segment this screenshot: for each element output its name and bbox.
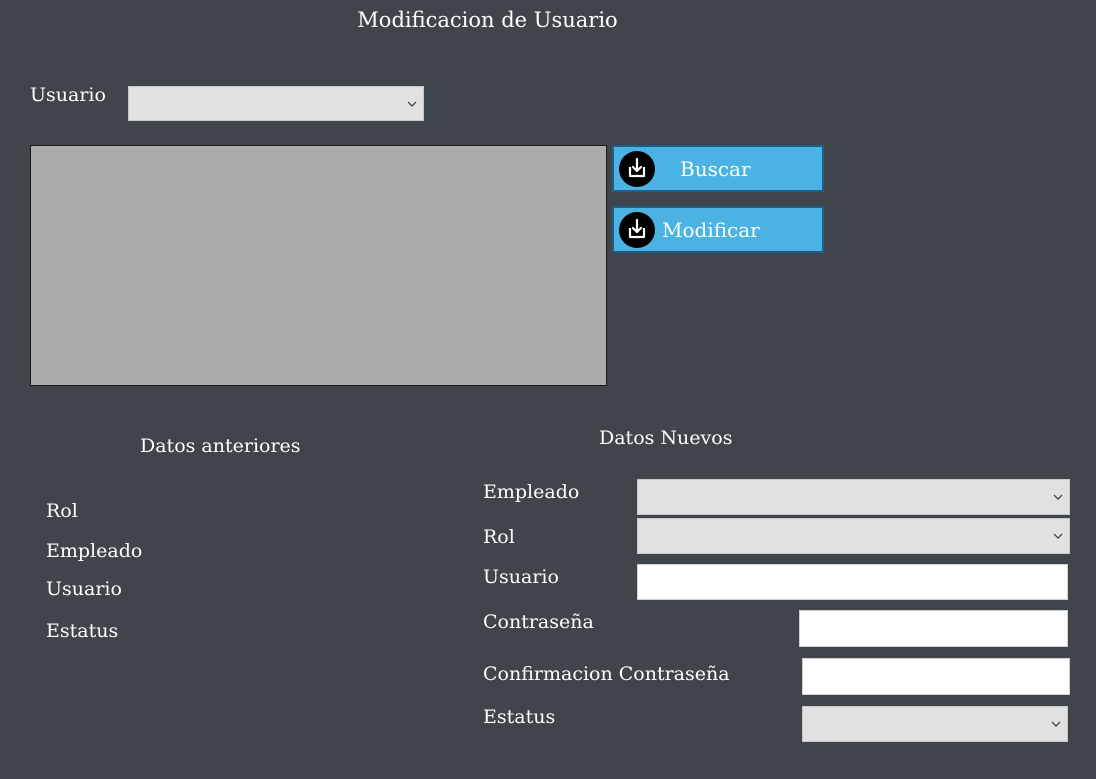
chevron-down-icon <box>1051 721 1061 727</box>
new-empleado-combo[interactable] <box>637 479 1070 515</box>
page-title: Modificacion de Usuario <box>357 8 618 32</box>
buscar-button[interactable]: Buscar <box>612 145 824 192</box>
chevron-down-icon <box>1053 533 1063 539</box>
new-confirmacion-input[interactable] <box>802 658 1070 695</box>
download-icon <box>619 211 655 248</box>
previous-data-heading: Datos anteriores <box>140 435 301 457</box>
new-empleado-label: Empleado <box>483 481 580 503</box>
modificar-button-label: Modificar <box>662 217 760 242</box>
download-icon <box>619 150 655 187</box>
buscar-button-label: Buscar <box>680 156 751 181</box>
usuario-search-combo[interactable] <box>128 86 424 121</box>
new-confirmacion-label: Confirmacion Contraseña <box>483 663 730 685</box>
new-contrasena-label: Contraseña <box>483 611 594 633</box>
previous-rol-label: Rol <box>46 500 78 522</box>
chevron-down-icon <box>1053 494 1063 500</box>
new-usuario-label: Usuario <box>483 566 559 588</box>
new-rol-label: Rol <box>483 526 515 548</box>
new-estatus-label: Estatus <box>483 706 556 728</box>
new-estatus-combo[interactable] <box>802 706 1068 742</box>
new-data-heading: Datos Nuevos <box>599 427 733 449</box>
new-rol-combo[interactable] <box>637 518 1070 554</box>
previous-estatus-label: Estatus <box>46 620 119 642</box>
usuario-search-label: Usuario <box>30 84 106 106</box>
previous-empleado-label: Empleado <box>46 540 143 562</box>
previous-usuario-label: Usuario <box>46 578 122 600</box>
results-grid[interactable] <box>30 145 607 386</box>
new-usuario-input[interactable] <box>637 564 1068 600</box>
new-contrasena-input[interactable] <box>799 610 1068 647</box>
chevron-down-icon <box>407 101 417 107</box>
modificar-button[interactable]: Modificar <box>612 206 824 253</box>
